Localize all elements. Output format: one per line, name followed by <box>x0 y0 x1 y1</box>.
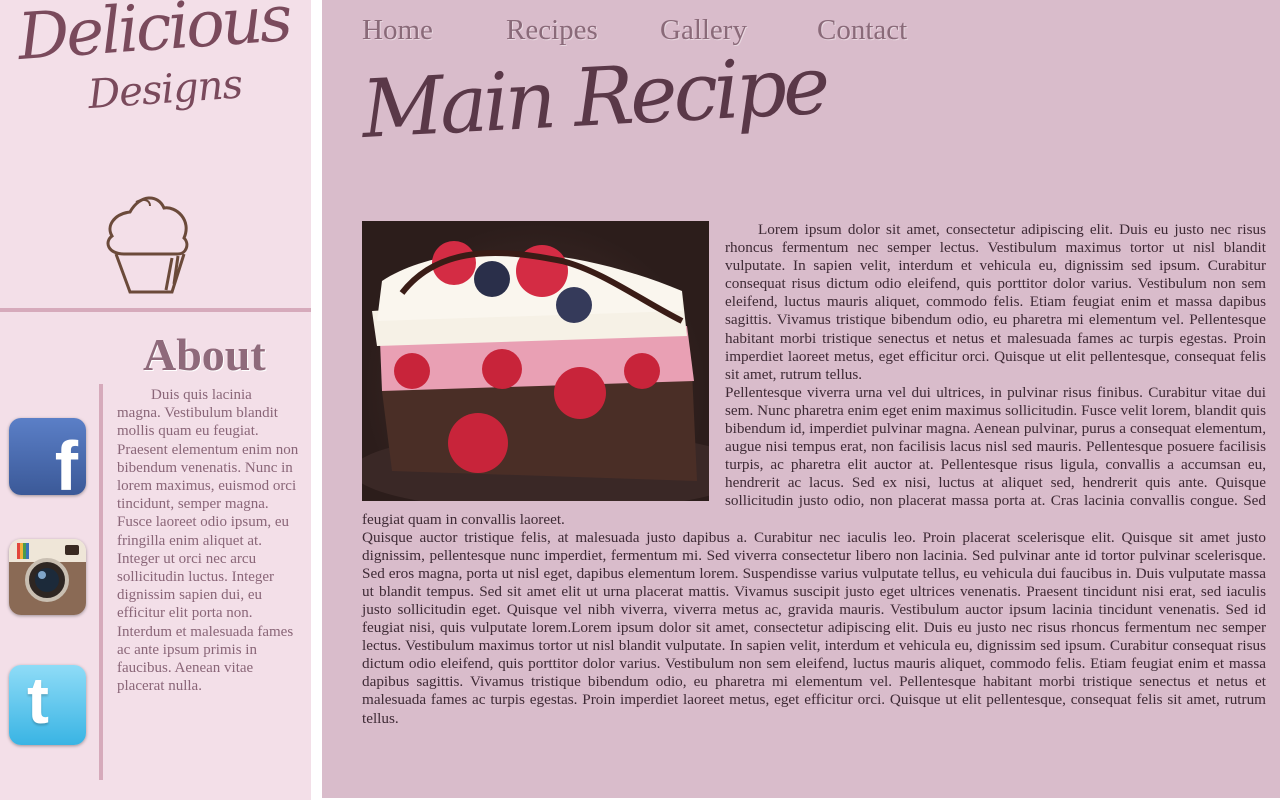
cupcake-icon <box>106 196 189 294</box>
facebook-glyph: f <box>54 427 78 505</box>
nav-gallery[interactable]: Gallery <box>660 14 747 47</box>
sidebar: Delicious Designs About Duis quis lacini… <box>0 0 311 800</box>
cake-illustration <box>362 241 709 501</box>
nav-recipes[interactable]: Recipes <box>506 14 598 47</box>
nav-contact[interactable]: Contact <box>817 14 907 47</box>
twitter-glyph: t <box>27 663 49 737</box>
sidebar-divider <box>0 308 311 312</box>
facebook-icon[interactable]: f <box>9 418 86 501</box>
logo-wordmark: Delicious Designs <box>15 0 293 118</box>
logo-line1: Delicious <box>15 0 292 75</box>
recipe-content: Lorem ipsum dolor sit amet, consectetur … <box>362 221 1266 728</box>
nav-home[interactable]: Home <box>362 14 433 47</box>
page-title: Main Recipe <box>359 38 829 156</box>
main-panel: Home Recipes Gallery Contact Main Recipe <box>322 0 1280 798</box>
about-heading: About <box>143 329 266 380</box>
recipe-paragraph-3: Quisque auctor tristique felis, at males… <box>362 528 1266 727</box>
camera-lens-icon <box>17 543 79 602</box>
site-logo[interactable]: Delicious Designs <box>0 0 311 308</box>
about-vertical-rule <box>99 384 103 780</box>
cake-slice-photo <box>362 221 709 501</box>
logo-line2: Designs <box>86 61 244 119</box>
about-text: Duis quis lacinia magna. Vestibulum blan… <box>117 387 299 695</box>
instagram-icon[interactable] <box>9 539 86 615</box>
twitter-icon[interactable]: t <box>9 665 86 745</box>
